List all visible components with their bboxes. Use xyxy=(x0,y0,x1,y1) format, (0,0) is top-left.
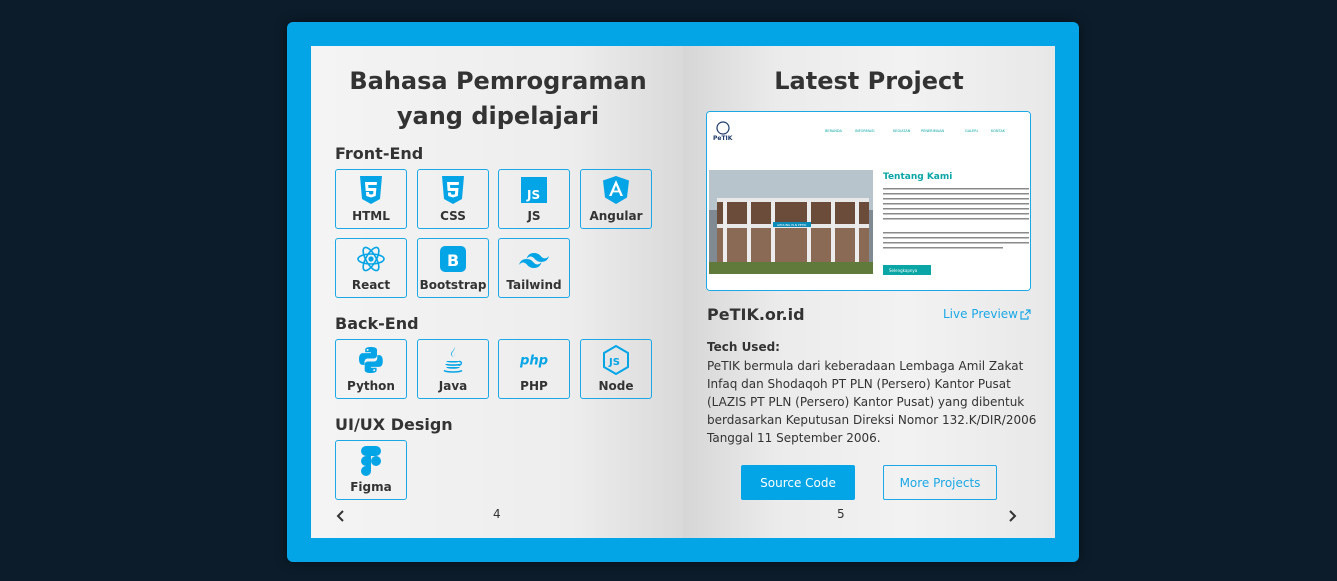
html5-icon xyxy=(356,175,386,205)
skill-figma[interactable]: Figma xyxy=(335,440,407,500)
project-name: PeTIK.or.id xyxy=(707,305,805,324)
project-screenshot[interactable]: PeTIK BERANDA INFORMASI KEGIATAN PENERIM… xyxy=(706,111,1031,291)
skill-label: PHP xyxy=(520,379,548,393)
left-title-line2: yang dipelajari xyxy=(396,102,600,130)
more-projects-button[interactable]: More Projects xyxy=(883,465,997,500)
react-icon xyxy=(356,244,386,274)
screenshot-heading: Tentang Kami xyxy=(883,172,952,182)
screenshot-building-sign: GEDUNG PLN PETIK xyxy=(777,223,807,227)
skill-label: Python xyxy=(347,379,395,393)
angular-icon xyxy=(601,175,631,205)
right-page: Latest Project PeTIK BERANDA INFORMASI K… xyxy=(683,46,1055,538)
skill-label: React xyxy=(351,278,391,292)
javascript-icon: JS xyxy=(519,175,549,205)
chevron-left-icon xyxy=(336,510,344,522)
screenshot-cta: Selengkapnya xyxy=(889,268,918,273)
screenshot-nav-item: PENERIMAAN xyxy=(921,129,945,133)
figma-icon xyxy=(356,446,386,476)
svg-text:B: B xyxy=(447,251,459,270)
skill-label: Bootstrap xyxy=(419,278,487,292)
left-title-line1: Bahasa Pemrograman xyxy=(349,67,647,95)
skill-angular[interactable]: Angular xyxy=(580,169,652,229)
python-icon xyxy=(356,345,386,375)
skill-js[interactable]: JS JS xyxy=(498,169,570,229)
screenshot-nav-item: INFORMASI xyxy=(855,129,875,133)
page-number-left: 4 xyxy=(493,507,501,521)
skill-bootstrap[interactable]: B Bootstrap xyxy=(417,238,489,298)
screenshot-nav-item: KONTAK xyxy=(991,129,1006,133)
skill-php[interactable]: php PHP xyxy=(498,339,570,399)
skill-css[interactable]: CSS xyxy=(417,169,489,229)
tech-used-label: Tech Used: xyxy=(707,340,780,354)
screenshot-nav-item: KEGIATAN xyxy=(893,129,911,133)
screenshot-logo: PeTIK xyxy=(713,135,733,142)
next-page-button[interactable] xyxy=(1005,508,1019,522)
php-icon: php xyxy=(519,345,549,375)
nodejs-icon: JS xyxy=(601,345,631,375)
svg-text:JS: JS xyxy=(526,188,540,202)
svg-text:php: php xyxy=(519,354,548,369)
skill-label: HTML xyxy=(352,209,390,223)
source-code-button[interactable]: Source Code xyxy=(741,465,855,500)
skill-java[interactable]: Java xyxy=(417,339,489,399)
skill-label: JS xyxy=(527,209,541,223)
skill-html[interactable]: HTML xyxy=(335,169,407,229)
tailwind-icon xyxy=(519,244,549,274)
live-preview-label: Live Preview xyxy=(942,307,1018,321)
skill-label: CSS xyxy=(440,209,466,223)
previous-page-button[interactable] xyxy=(334,508,348,522)
skill-python[interactable]: Python xyxy=(335,339,407,399)
screenshot-nav-item: BERANDA xyxy=(825,129,843,133)
skill-label: Java xyxy=(438,379,468,393)
skill-label: Node xyxy=(598,379,634,393)
external-link-icon xyxy=(1020,308,1031,320)
css3-icon xyxy=(438,175,468,205)
live-preview-link[interactable]: Live Preview xyxy=(943,307,1031,321)
book: Bahasa Pemrograman yang dipelajari Front… xyxy=(287,22,1079,562)
chevron-right-icon xyxy=(1009,510,1017,522)
project-screenshot-image: PeTIK BERANDA INFORMASI KEGIATAN PENERIM… xyxy=(707,112,1030,290)
bootstrap-icon: B xyxy=(438,244,468,274)
skill-node[interactable]: JS Node xyxy=(580,339,652,399)
right-page-title: Latest Project xyxy=(774,67,964,95)
section-title-uiux: UI/UX Design xyxy=(335,415,453,434)
project-description: PeTIK bermula dari keberadaan Lembaga Am… xyxy=(707,359,1037,445)
java-icon xyxy=(438,345,468,375)
svg-text:JS: JS xyxy=(608,357,620,368)
section-title-backend: Back-End xyxy=(335,314,419,333)
screenshot-nav-item: GALERI xyxy=(965,129,978,133)
section-title-frontend: Front-End xyxy=(335,144,424,163)
left-page-title: Bahasa Pemrograman yang dipelajari xyxy=(311,64,685,134)
skill-label: Angular xyxy=(589,209,643,223)
skill-label: Figma xyxy=(350,480,392,494)
left-page: Bahasa Pemrograman yang dipelajari Front… xyxy=(311,46,685,538)
skill-tailwind[interactable]: Tailwind xyxy=(498,238,570,298)
skill-react[interactable]: React xyxy=(335,238,407,298)
skill-label: Tailwind xyxy=(506,278,562,292)
page-number-right: 5 xyxy=(837,507,845,521)
